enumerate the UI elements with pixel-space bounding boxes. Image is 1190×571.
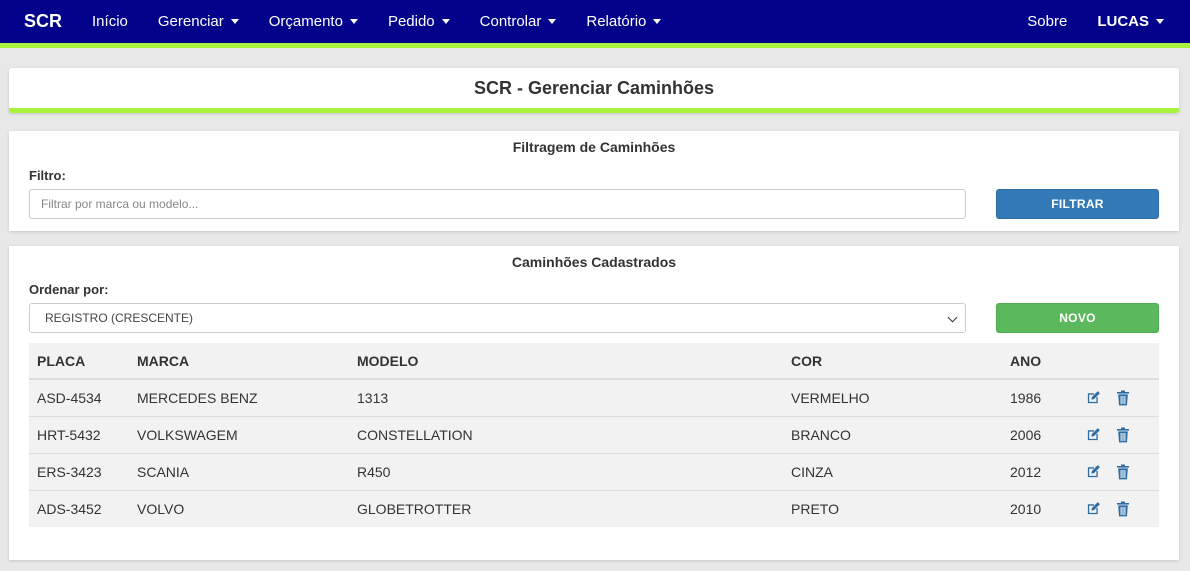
cell-ano: 2010: [1010, 501, 1042, 517]
nav-right: Sobre LUCAS: [997, 0, 1164, 43]
chevron-down-icon: [947, 312, 958, 323]
order-select[interactable]: REGISTRO (CRESCENTE): [29, 303, 966, 333]
order-label: Ordenar por:: [29, 282, 109, 297]
filter-section-title: Filtragem de Caminhões: [512, 139, 676, 155]
edit-icon[interactable]: [1086, 390, 1102, 406]
col-cor[interactable]: COR: [791, 353, 1010, 369]
table-row: ASD-4534 MERCEDES BENZ 1313 VERMELHO 1986: [29, 379, 1159, 416]
chevron-down-icon: [349, 19, 358, 24]
nav-pedido[interactable]: Pedido: [388, 13, 450, 30]
nav-relatorio[interactable]: Relatório: [586, 13, 662, 30]
trucks-panel: Caminhões Cadastrados Ordenar por: REGIS…: [9, 246, 1179, 560]
cell-ano: 2006: [1010, 427, 1042, 443]
chevron-down-icon: [548, 19, 557, 24]
cell-placa: ERS-3423: [37, 464, 102, 480]
cell-ano: 1986: [1010, 390, 1042, 406]
cell-placa: ASD-4534: [37, 390, 102, 406]
chevron-down-icon: [653, 19, 662, 24]
filter-panel: Filtragem de Caminhões Filtro: Filtrar p…: [9, 131, 1179, 231]
chevron-down-icon: [441, 19, 450, 24]
chevron-down-icon: [1156, 19, 1164, 24]
col-placa[interactable]: PLACA: [29, 353, 137, 369]
cell-modelo: 1313: [357, 390, 389, 406]
cell-cor: PRETO: [791, 501, 839, 517]
trash-icon[interactable]: [1116, 501, 1132, 517]
col-modelo[interactable]: MODELO: [357, 353, 791, 369]
table-header: PLACA MARCA MODELO COR ANO: [29, 343, 1159, 379]
cell-marca: MERCEDES BENZ: [137, 390, 258, 406]
nav-gerenciar[interactable]: Gerenciar: [158, 13, 239, 30]
row-actions: [1086, 501, 1159, 517]
chevron-down-icon: [230, 19, 239, 24]
nav-controlar-label: Controlar: [479, 13, 542, 30]
user-menu[interactable]: LUCAS: [1097, 13, 1164, 30]
nav-sobre[interactable]: Sobre: [1027, 13, 1067, 30]
brand-logo[interactable]: SCR: [24, 11, 62, 32]
cell-cor: CINZA: [791, 464, 833, 480]
edit-icon[interactable]: [1086, 501, 1102, 517]
cell-modelo: GLOBETROTTER: [357, 501, 472, 517]
trucks-section-title: Caminhões Cadastrados: [511, 254, 677, 270]
nav-controlar[interactable]: Controlar: [480, 13, 557, 30]
filter-input[interactable]: Filtrar por marca ou modelo...: [29, 189, 966, 219]
trash-icon[interactable]: [1116, 427, 1132, 443]
order-selected-value: REGISTRO (CRESCENTE): [45, 311, 194, 325]
row-actions: [1086, 427, 1159, 443]
cell-ano: 2012: [1010, 464, 1042, 480]
cell-modelo: CONSTELLATION: [357, 427, 473, 443]
cell-marca: VOLKSWAGEM: [137, 427, 238, 443]
cell-cor: BRANCO: [791, 427, 851, 443]
edit-icon[interactable]: [1086, 464, 1102, 480]
filter-label: Filtro:: [29, 168, 66, 183]
trucks-table: PLACA MARCA MODELO COR ANO ASD-4534 MERCE…: [29, 343, 1159, 527]
cell-cor: VERMELHO: [791, 390, 870, 406]
table-row: ADS-3452 VOLVO GLOBETROTTER PRETO 2010: [29, 490, 1159, 527]
nav-pedido-label: Pedido: [387, 13, 435, 30]
top-navbar: SCR Início Gerenciar Orçamento Pedido Co…: [0, 0, 1190, 48]
cell-placa: ADS-3452: [37, 501, 102, 517]
trash-icon[interactable]: [1116, 464, 1132, 480]
nav-relatorio-label: Relatório: [586, 13, 647, 30]
trash-icon[interactable]: [1116, 390, 1132, 406]
row-actions: [1086, 464, 1159, 480]
nav-inicio[interactable]: Início: [92, 13, 128, 30]
table-row: HRT-5432 VOLKSWAGEM CONSTELLATION BRANCO 200…: [29, 416, 1159, 453]
filter-placeholder: Filtrar por marca ou modelo...: [41, 197, 199, 211]
new-truck-button[interactable]: NOVO: [996, 303, 1159, 333]
user-name: LUCAS: [1097, 13, 1149, 30]
nav-gerenciar-label: Gerenciar: [157, 13, 224, 30]
cell-marca: SCANIA: [137, 464, 190, 480]
filter-button[interactable]: FILTRAR: [996, 189, 1159, 219]
nav-inicio-label: Início: [92, 13, 128, 30]
nav-orcamento[interactable]: Orçamento: [269, 13, 358, 30]
row-actions: [1086, 390, 1159, 406]
cell-marca: VOLVO: [137, 501, 185, 517]
edit-icon[interactable]: [1086, 427, 1102, 443]
col-marca[interactable]: MARCA: [137, 353, 357, 369]
cell-placa: HRT-5432: [37, 427, 101, 443]
cell-modelo: R450: [357, 464, 391, 480]
page-title-panel: SCR - Gerenciar Caminhões: [9, 68, 1179, 113]
table-body: ASD-4534 MERCEDES BENZ 1313 VERMELHO 1986 HRT…: [29, 379, 1159, 527]
nav-orcamento-label: Orçamento: [268, 13, 343, 30]
table-row: ERS-3423 SCANIA R450 CINZA 2012: [29, 453, 1159, 490]
page-title: SCR - Gerenciar Caminhões: [473, 77, 715, 98]
col-ano[interactable]: ANO: [1010, 353, 1086, 369]
